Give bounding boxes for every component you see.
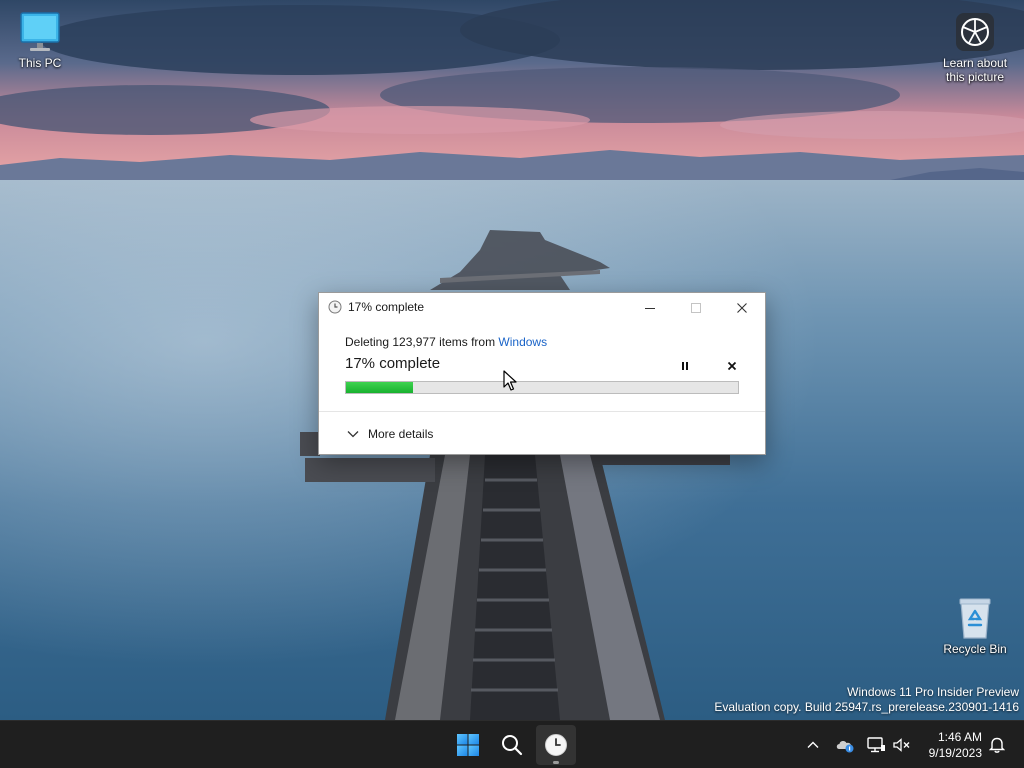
watermark-line2: Evaluation copy. Build 25947.rs_prerelea…	[714, 700, 1019, 714]
camera-icon	[953, 10, 997, 54]
volume-tray-button[interactable]	[892, 735, 912, 755]
clock-date: 9/19/2023	[928, 746, 982, 760]
desktop-icon-this-pc[interactable]: This PC	[2, 10, 78, 70]
clock-time: 1:46 AM	[937, 730, 982, 744]
status-prefix: Deleting 123,977 items from	[345, 335, 499, 349]
start-button[interactable]	[448, 725, 488, 765]
dialog-titlebar[interactable]: 17% complete	[319, 293, 765, 322]
mouse-pointer-icon	[503, 370, 517, 397]
active-indicator	[553, 761, 559, 764]
progress-bar	[345, 381, 739, 394]
evaluation-watermark: Windows 11 Pro Insider Preview Evaluatio…	[714, 685, 1019, 715]
search-button[interactable]	[492, 725, 532, 765]
close-button[interactable]	[719, 293, 765, 322]
spotlight-label-line1: Learn about	[942, 56, 1008, 70]
minimize-icon	[645, 307, 655, 309]
maximize-button[interactable]	[673, 293, 719, 322]
more-details-label: More details	[368, 427, 434, 441]
monitor-icon	[18, 10, 62, 54]
chevron-up-icon	[807, 741, 819, 748]
taskbar: 1:46 AM 9/19/2023	[0, 720, 1024, 768]
taskbar-clock[interactable]: 1:46 AM 9/19/2023	[929, 729, 982, 761]
chevron-down-icon	[347, 431, 359, 438]
file-operation-dialog: 17% complete Deleting 123,977 items from…	[318, 292, 766, 455]
status-text: Deleting 123,977 items from Windows	[345, 335, 739, 349]
destination-link[interactable]: Windows	[498, 335, 547, 349]
network-tray-button[interactable]	[866, 735, 886, 755]
cancel-button[interactable]	[721, 355, 743, 377]
bell-icon	[989, 737, 1005, 753]
maximize-icon	[691, 302, 701, 313]
desktop-icon-recycle-bin[interactable]: Recycle Bin	[937, 596, 1013, 656]
windows-logo-icon	[457, 734, 479, 756]
onedrive-tray-button[interactable]	[835, 735, 855, 755]
minimize-button[interactable]	[627, 293, 673, 322]
clock-icon	[328, 300, 342, 314]
cancel-icon	[727, 361, 737, 371]
more-details-toggle[interactable]: More details	[347, 427, 433, 441]
close-icon	[737, 302, 747, 313]
dialog-title: 17% complete	[348, 300, 425, 314]
spotlight-label-line2: this picture	[945, 70, 1005, 84]
spotlight-learn-about-picture[interactable]: Learn about this picture	[937, 10, 1013, 84]
volume-muted-icon	[893, 738, 910, 752]
pause-icon	[682, 362, 688, 370]
file-operation-taskbar-button[interactable]	[536, 725, 576, 765]
onedrive-icon	[836, 741, 854, 753]
desktop-icon-label: This PC	[18, 56, 62, 70]
recycle-bin-icon	[953, 596, 997, 640]
network-icon	[867, 737, 885, 753]
show-hidden-icons-button[interactable]	[803, 735, 823, 755]
notifications-button[interactable]	[987, 735, 1007, 755]
desktop-icon-label: Recycle Bin	[943, 642, 1007, 656]
pause-button[interactable]	[674, 355, 696, 377]
dialog-divider	[319, 411, 765, 412]
clock-icon	[545, 734, 567, 756]
watermark-line1: Windows 11 Pro Insider Preview	[847, 685, 1019, 699]
search-icon	[502, 735, 523, 756]
progress-bar-fill	[346, 382, 413, 393]
